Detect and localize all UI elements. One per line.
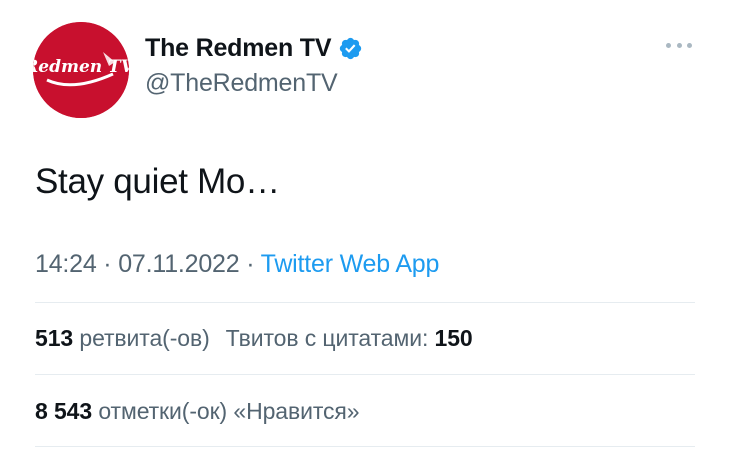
tweet-meta: 14:24 · 07.11.2022 · Twitter Web App (35, 250, 439, 279)
user-handle[interactable]: @TheRedmenTV (145, 69, 363, 98)
tweet-card: Redmen TV The Redmen TV @TheRedmenTV Sta… (0, 0, 730, 452)
divider (35, 374, 695, 375)
user-info: The Redmen TV @TheRedmenTV (145, 33, 363, 98)
ellipsis-icon (687, 42, 692, 48)
retweets-label: ретвита(-ов) (79, 325, 210, 351)
ellipsis-icon (676, 42, 682, 48)
retweets-stat[interactable]: 513 ретвита(-ов) (35, 325, 210, 351)
tweet-date[interactable]: 07.11.2022 (118, 250, 239, 278)
meta-separator: · (239, 250, 261, 278)
name-row: The Redmen TV (145, 33, 363, 63)
avatar-logo-text: Redmen TV (33, 57, 129, 77)
more-options-button[interactable] (666, 38, 692, 52)
quotes-count: 150 (434, 325, 473, 351)
display-name[interactable]: The Redmen TV (145, 34, 332, 63)
retweet-stats-row: 513 ретвита(-ов) Твитов с цитатами: 150 (35, 325, 473, 352)
quotes-label: Твитов с цитатами: (225, 325, 429, 351)
likes-label: отметки(-ок) «Нравится» (98, 398, 360, 424)
divider (35, 302, 695, 303)
meta-separator: · (96, 250, 119, 278)
verified-badge-icon (340, 37, 362, 59)
ellipsis-icon (666, 42, 671, 48)
tweet-time[interactable]: 14:24 (35, 250, 97, 278)
likes-stat[interactable]: 8 543 отметки(-ок) «Нравится» (35, 398, 360, 424)
tweet-text: Stay quiet Mo… (35, 162, 280, 201)
divider (35, 446, 695, 447)
avatar[interactable]: Redmen TV (33, 22, 129, 118)
likes-stats-row: 8 543 отметки(-ок) «Нравится» (35, 398, 360, 425)
retweets-count: 513 (35, 325, 74, 351)
likes-count: 8 543 (35, 398, 93, 424)
redmen-logo-icon: Redmen TV (33, 22, 129, 118)
tweet-source-link[interactable]: Twitter Web App (261, 250, 440, 278)
quotes-stat[interactable]: Твитов с цитатами: 150 (226, 325, 473, 351)
